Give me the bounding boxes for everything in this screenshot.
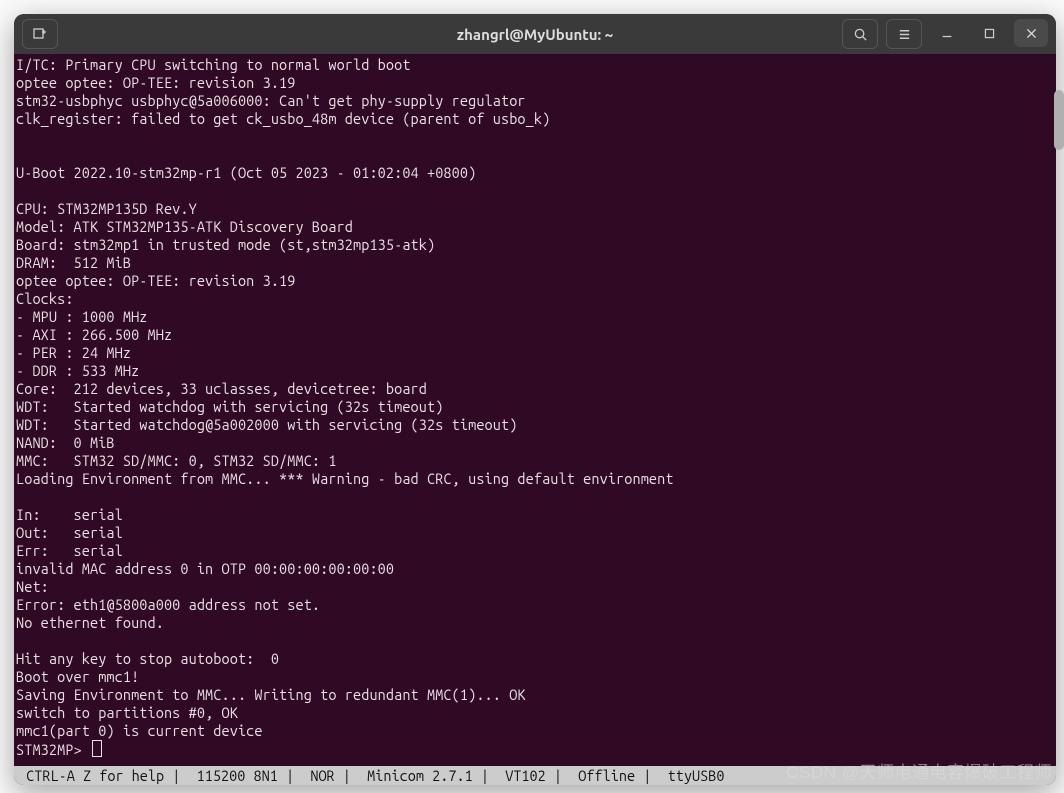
terminal-output[interactable]: I/TC: Primary CPU switching to normal wo… [14,54,1056,766]
titlebar: zhangrl@MyUbuntu: ~ [14,14,1056,54]
close-button[interactable] [1014,19,1048,47]
menu-button[interactable] [886,19,922,49]
desktop: zhangrl@MyUbuntu: ~ I/TC: Prima [0,0,1064,793]
page-scrollbar-thumb[interactable] [1054,90,1064,150]
new-tab-button[interactable] [22,19,58,49]
minimize-button[interactable] [930,19,964,47]
terminal-cursor [92,740,102,757]
minicom-statusbar: CTRL-A Z for help | 115200 8N1 | NOR | M… [14,766,1056,785]
maximize-button[interactable] [972,19,1006,47]
terminal-prompt: STM32MP> [16,741,90,758]
search-button[interactable] [842,19,878,49]
terminal-window: zhangrl@MyUbuntu: ~ I/TC: Prima [14,14,1056,785]
